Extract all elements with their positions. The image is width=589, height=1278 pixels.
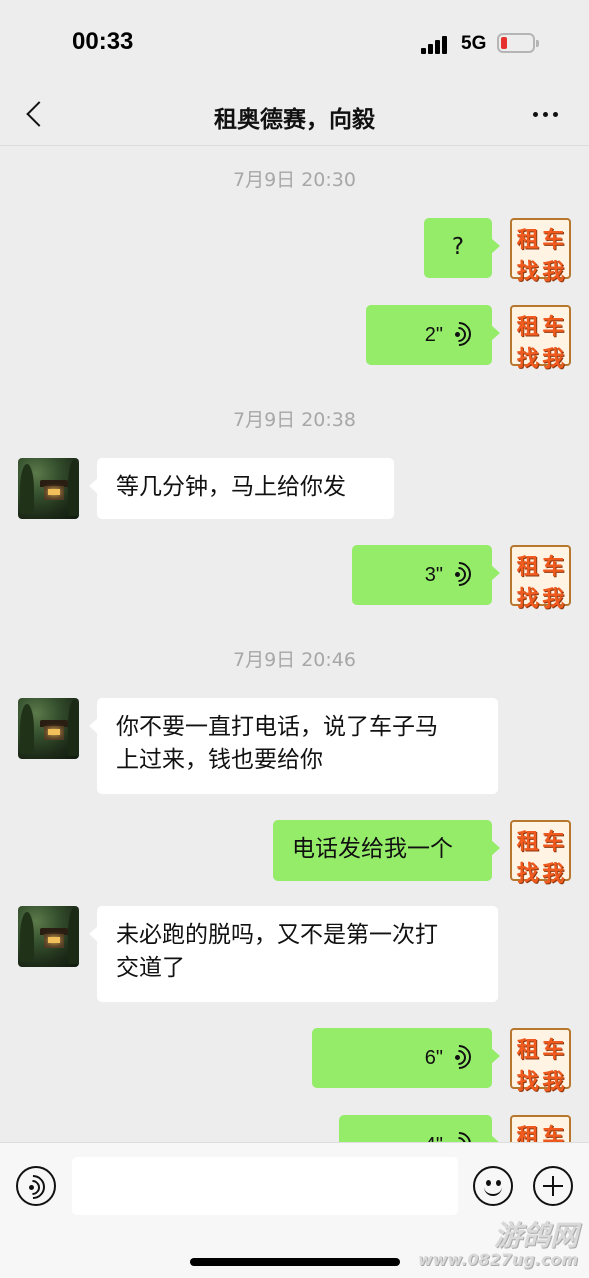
home-indicator[interactable]	[190, 1258, 400, 1266]
self-avatar[interactable]: 租车 找我	[510, 1028, 571, 1095]
message-bubble-sent[interactable]: ?	[424, 218, 500, 278]
input-bar: 游鸽网 www.0827ug.com	[0, 1142, 589, 1278]
voice-duration: 6"	[424, 1046, 443, 1069]
self-avatar[interactable]: 租车 找我	[510, 305, 571, 372]
network-type: 5G	[461, 33, 487, 54]
message-bubble-received[interactable]: 等几分钟，马上给你发	[89, 458, 394, 519]
voice-wave-icon	[442, 557, 476, 591]
message-timestamp: 7月9日 20:30	[233, 169, 356, 191]
voice-wave-icon	[442, 1040, 476, 1074]
message-bubble-received[interactable]: 你不要一直打电话，说了车子马 上过来，钱也要给你	[89, 698, 498, 794]
chat-title: 租奥德赛，向毅	[214, 107, 375, 133]
voice-message-sent[interactable]: 6"	[312, 1028, 500, 1088]
voice-message-sent[interactable]: 3"	[352, 545, 500, 605]
battery-icon	[497, 33, 539, 53]
voice-message-sent[interactable]: 2"	[366, 305, 500, 365]
emoji-button[interactable]	[473, 1166, 513, 1206]
watermark: 游鸽网 www.0827ug.com	[418, 1219, 578, 1269]
message-bubble-received[interactable]: 未必跑的脱吗，又不是第一次打 交道了	[89, 906, 498, 1002]
voice-wave-icon	[442, 317, 476, 351]
self-avatar[interactable]: 租车 找我	[510, 545, 571, 612]
message-bubble-sent[interactable]: 电话发给我一个	[273, 820, 500, 881]
voice-icon	[16, 1170, 50, 1204]
self-avatar[interactable]: 租车 找我	[510, 820, 571, 887]
add-attachment-button[interactable]	[533, 1166, 573, 1206]
signal-icon	[421, 36, 453, 54]
chat-header: 租奥德赛，向毅	[0, 88, 589, 146]
message-input[interactable]	[72, 1157, 458, 1215]
status-time: 00:33	[72, 28, 134, 55]
message-timestamp: 7月9日 20:38	[233, 409, 356, 431]
message-timestamp: 7月9日 20:46	[233, 649, 356, 671]
voice-input-button[interactable]	[16, 1166, 56, 1206]
more-options-icon[interactable]	[527, 102, 565, 126]
contact-avatar[interactable]	[18, 458, 79, 519]
status-bar: 00:33 5G	[0, 0, 589, 88]
contact-avatar[interactable]	[18, 698, 79, 759]
contact-avatar[interactable]	[18, 906, 79, 967]
voice-duration: 3"	[424, 563, 443, 586]
voice-duration: 2"	[424, 323, 443, 346]
self-avatar[interactable]: 租车 找我	[510, 218, 571, 285]
